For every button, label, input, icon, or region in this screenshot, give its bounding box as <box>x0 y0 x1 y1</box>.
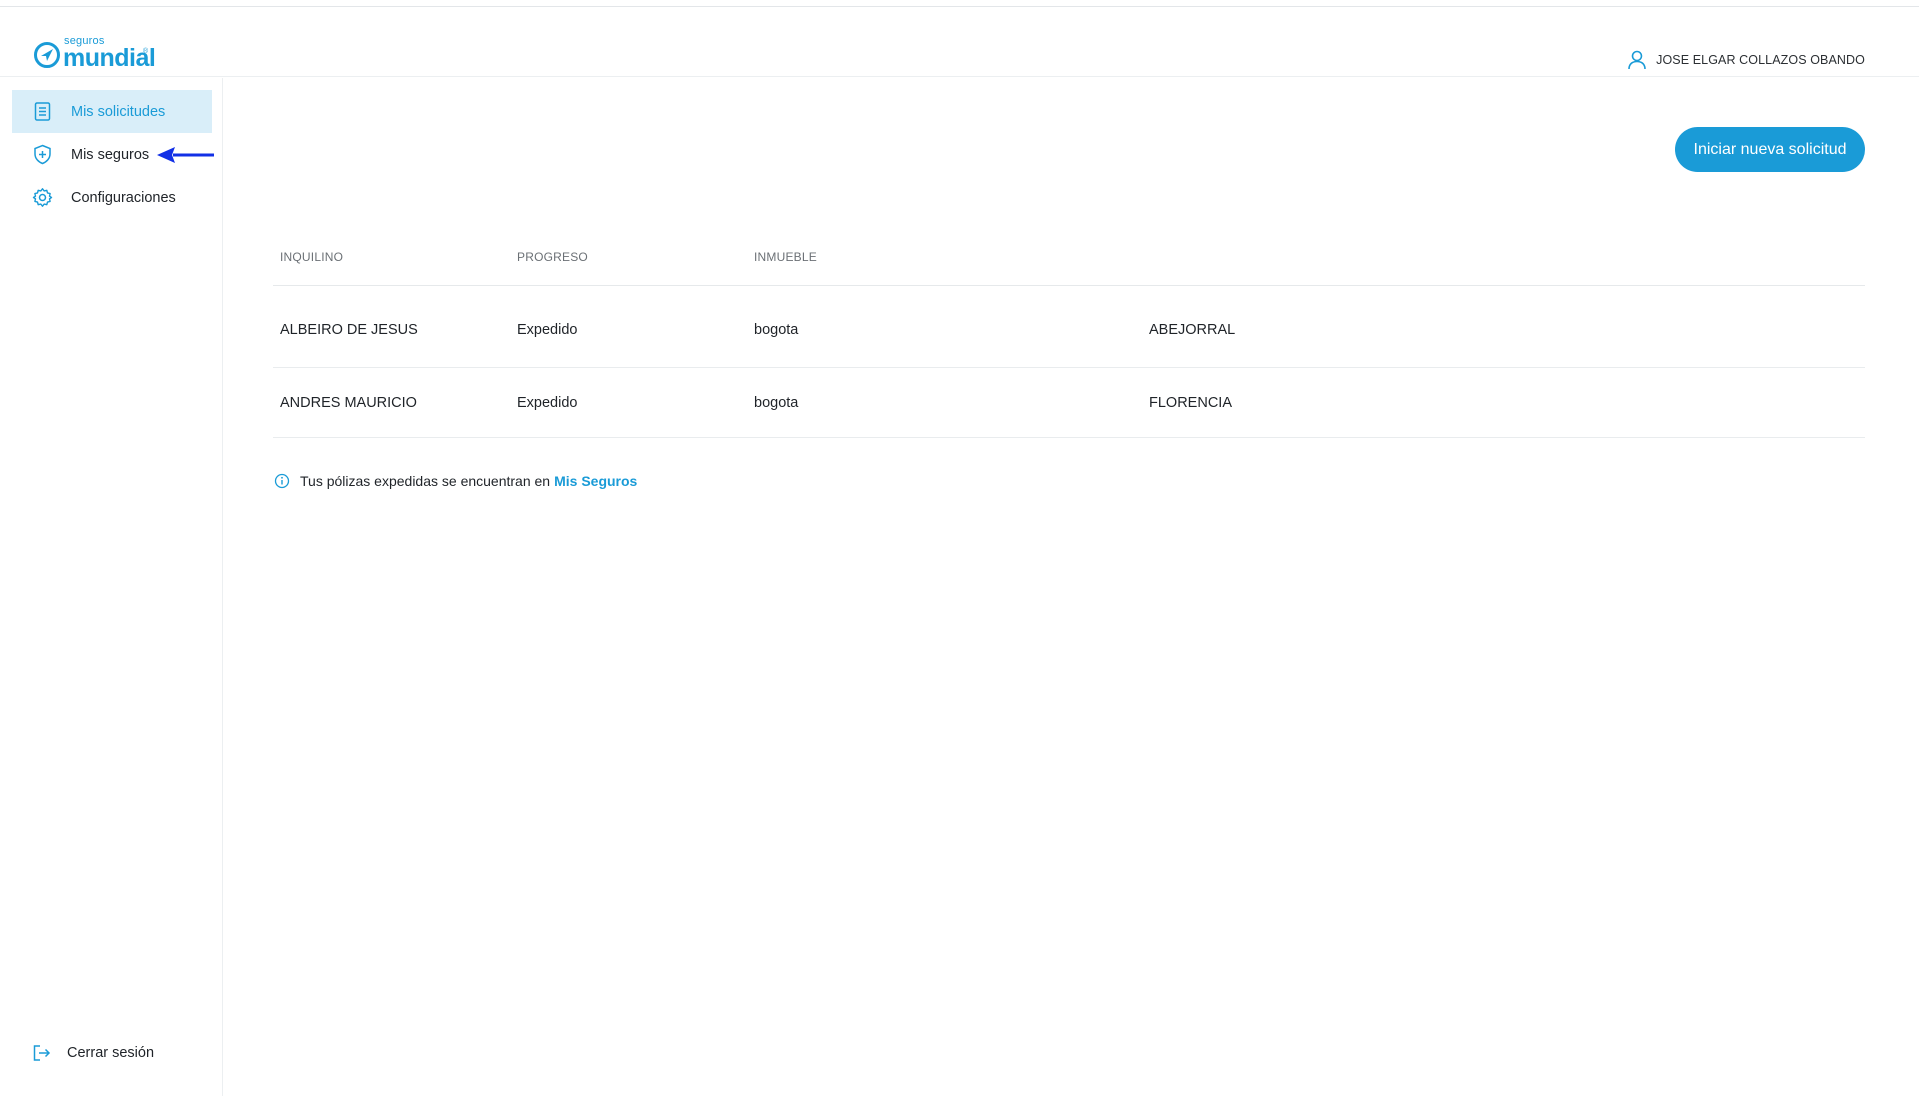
sidebar-item-mis-solicitudes[interactable]: Mis solicitudes <box>12 90 212 133</box>
sidebar-item-label: Configuraciones <box>71 189 176 206</box>
cell-ciudad: ABEJORRAL <box>1149 322 1236 338</box>
cell-inmueble: bogota <box>754 395 799 411</box>
brand-logo[interactable]: seguros mundial ® <box>33 34 173 74</box>
cell-ciudad: FLORENCIA <box>1149 395 1232 411</box>
cell-inquilino: ALBEIRO DE JESUS <box>280 322 418 338</box>
annotation-arrow-icon <box>157 147 214 163</box>
info-note: Tus pólizas expedidas se encuentran en M… <box>274 470 637 492</box>
logout-button[interactable]: Cerrar sesión <box>31 1040 154 1066</box>
header: seguros mundial ® JOSE ELGAR COLLAZOS OB… <box>0 8 1919 77</box>
table-row[interactable]: ALBEIRO DE JESUS Expedido bogota ABEJORR… <box>273 286 1865 368</box>
user-icon <box>1628 50 1646 70</box>
cell-inquilino: ANDRES MAURICIO <box>280 395 417 411</box>
sidebar: Mis solicitudes Mis seguros Configuracio… <box>0 78 223 1096</box>
requests-table: INQUILINO PROGRESO INMUEBLE ALBEIRO DE J… <box>273 238 1865 438</box>
user-menu[interactable]: JOSE ELGAR COLLAZOS OBANDO <box>1626 40 1865 80</box>
logout-icon <box>33 1045 51 1061</box>
gear-icon <box>32 188 53 207</box>
column-header-inmueble[interactable]: INMUEBLE <box>754 250 817 264</box>
column-header-progreso[interactable]: PROGRESO <box>517 250 588 264</box>
info-text: Tus pólizas expedidas se encuentran en <box>300 473 551 489</box>
mis-seguros-link[interactable]: Mis Seguros <box>554 473 637 489</box>
column-header-inquilino[interactable]: INQUILINO <box>280 250 343 264</box>
new-request-button[interactable]: Iniciar nueva solicitud <box>1675 127 1865 172</box>
table-header: INQUILINO PROGRESO INMUEBLE <box>273 238 1865 286</box>
logo-registered-mark: ® <box>143 48 149 55</box>
sidebar-item-configuraciones[interactable]: Configuraciones <box>12 176 212 219</box>
table-row[interactable]: ANDRES MAURICIO Expedido bogota FLORENCI… <box>273 368 1865 438</box>
cell-progreso: Expedido <box>517 322 578 338</box>
info-icon <box>274 473 290 489</box>
cell-progreso: Expedido <box>517 395 578 411</box>
user-name: JOSE ELGAR COLLAZOS OBANDO <box>1656 53 1865 67</box>
logo-mark-icon <box>34 42 60 68</box>
logout-label: Cerrar sesión <box>67 1045 155 1061</box>
shield-plus-icon <box>34 144 51 165</box>
document-icon <box>34 102 51 121</box>
top-border <box>0 0 1919 7</box>
sidebar-item-label: Mis solicitudes <box>71 103 166 120</box>
sidebar-item-label: Mis seguros <box>71 146 150 163</box>
logo-name-text: mundial <box>63 44 156 72</box>
cell-inmueble: bogota <box>754 322 799 338</box>
